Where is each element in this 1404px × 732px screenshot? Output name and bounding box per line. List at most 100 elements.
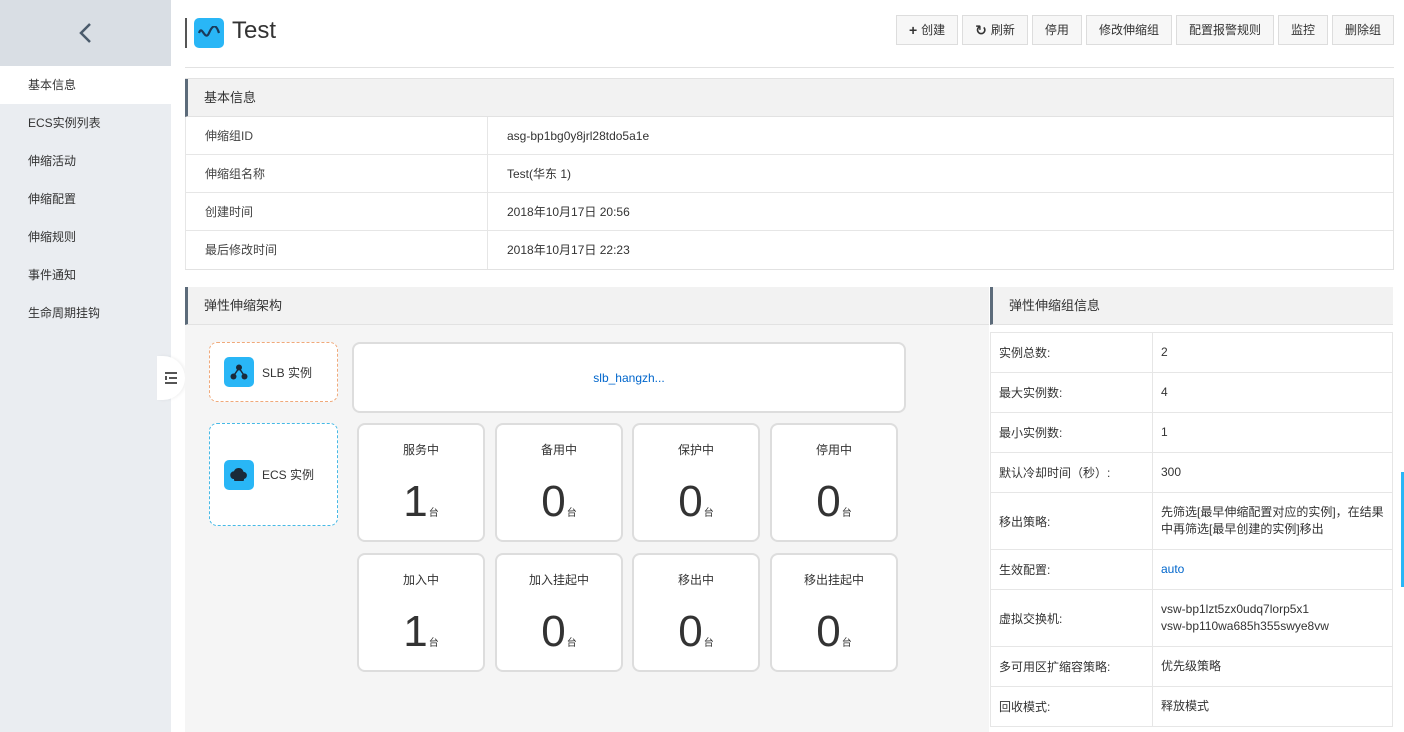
- slb-icon: [224, 357, 254, 387]
- stat-unit: 台: [703, 508, 714, 519]
- plus-icon: +: [908, 22, 918, 38]
- table-row: 默认冷却时间（秒）: 300: [990, 452, 1393, 493]
- sidebar-item-scaling-rules[interactable]: 伸缩规则: [0, 218, 171, 256]
- table-row: 回收模式: 释放模式: [990, 686, 1393, 727]
- row-value: 300: [1152, 452, 1393, 493]
- group-info-heading: 弹性伸缩组信息: [990, 287, 1393, 325]
- create-button[interactable]: + 创建: [895, 15, 959, 45]
- menu-collapse-icon: [165, 372, 177, 384]
- refresh-button[interactable]: ↻ 刷新: [962, 15, 1028, 45]
- sidebar-collapse-toggle[interactable]: [157, 356, 185, 400]
- row-label: 默认冷却时间（秒）:: [990, 452, 1153, 493]
- row-value: Test(华东 1): [507, 167, 572, 181]
- row-value: 4: [1152, 372, 1393, 413]
- sidebar-item-event-notify[interactable]: 事件通知: [0, 256, 171, 294]
- sidebar-item-scaling-config[interactable]: 伸缩配置: [0, 180, 171, 218]
- row-label: 创建时间: [186, 193, 488, 230]
- back-button[interactable]: [0, 0, 171, 66]
- row-value: 2018年10月17日 20:56: [507, 205, 630, 219]
- basic-info-row: 伸缩组ID asg-bp1bg0y8jrl28tdo5a1e: [185, 117, 1393, 155]
- ecs-icon: [224, 459, 254, 490]
- stat-card-standby: 备用中 0台: [495, 423, 623, 542]
- toolbar: + 创建 ↻ 刷新 停用 修改伸缩组 配置报警规则 监控 删除组: [892, 15, 1394, 45]
- row-value: 先筛选[最早伸缩配置对应的实例]，在结果中再筛选[最早创建的实例]移出: [1152, 492, 1393, 550]
- row-label: 虚拟交换机:: [990, 589, 1153, 647]
- row-label: 实例总数:: [990, 332, 1153, 373]
- stat-value: 1: [403, 477, 428, 526]
- row-label: 伸缩组ID: [186, 117, 488, 154]
- table-row: 虚拟交换机: vsw-bp1lzt5zx0udq7lorp5x1 vsw-bp1…: [990, 589, 1393, 647]
- sidebar-item-lifecycle-hooks[interactable]: 生命周期挂钩: [0, 294, 171, 332]
- stat-card-removing: 移出中 0台: [632, 553, 760, 672]
- group-info-table: 实例总数: 2 最大实例数: 4 最小实例数: 1 默认冷却时间（秒）: 300…: [990, 332, 1393, 727]
- group-info-panel: 弹性伸缩组信息 实例总数: 2 最大实例数: 4 最小实例数: 1 默认冷却时间…: [990, 287, 1393, 732]
- sidebar-item-scaling-activities[interactable]: 伸缩活动: [0, 142, 171, 180]
- stat-value: 0: [816, 607, 841, 656]
- auto-scaling-logo-icon: [194, 18, 224, 48]
- stat-label: 加入挂起中: [528, 573, 589, 587]
- basic-info-heading: 基本信息: [185, 79, 1393, 117]
- sidebar-item-basic-info[interactable]: 基本信息: [0, 66, 171, 104]
- row-label: 回收模式:: [990, 686, 1153, 727]
- slb-label: SLB 实例: [262, 365, 313, 380]
- modify-group-button[interactable]: 修改伸缩组: [1085, 15, 1172, 45]
- row-label: 最小实例数:: [990, 412, 1153, 453]
- stat-label: 停用中: [815, 443, 852, 457]
- stat-card-joining: 加入中 1台: [357, 553, 485, 672]
- row-value: 2018年10月17日 22:23: [507, 243, 630, 257]
- stat-card-stopped: 停用中 0台: [770, 423, 898, 542]
- basic-info-row: 创建时间 2018年10月17日 20:56: [185, 193, 1393, 231]
- stat-unit: 台: [566, 508, 577, 519]
- stat-unit: 台: [428, 508, 439, 519]
- row-label: 多可用区扩缩容策略:: [990, 646, 1153, 687]
- page-title: Test: [232, 17, 277, 44]
- stat-label: 加入中: [402, 573, 439, 587]
- stat-value: 0: [678, 477, 703, 526]
- chevron-left-icon: [78, 23, 91, 43]
- slb-link[interactable]: slb_hangzh...: [593, 371, 664, 385]
- architecture-heading: 弹性伸缩架构: [185, 287, 989, 325]
- row-value: 2: [1152, 332, 1393, 373]
- stat-unit: 台: [428, 638, 439, 649]
- slb-instance-box[interactable]: SLB 实例: [209, 342, 338, 402]
- stat-card-in-service: 服务中 1台: [357, 423, 485, 542]
- stat-label: 移出挂起中: [803, 573, 864, 587]
- stat-unit: 台: [841, 638, 852, 649]
- stat-value: 0: [678, 607, 703, 656]
- stat-card-protected: 保护中 0台: [632, 423, 760, 542]
- alarm-rules-button[interactable]: 配置报警规则: [1175, 15, 1274, 45]
- stat-label: 移出中: [677, 573, 714, 587]
- disable-button[interactable]: 停用: [1031, 15, 1082, 45]
- basic-info-row: 伸缩组名称 Test(华东 1): [185, 155, 1393, 193]
- active-config-link[interactable]: auto: [1161, 562, 1184, 576]
- stat-label: 保护中: [677, 443, 714, 457]
- architecture-panel: 弹性伸缩架构 SLB 实例 ECS 实例 slb_hangzh... 服务中 1…: [185, 287, 989, 732]
- table-row: 移出策略: 先筛选[最早伸缩配置对应的实例]，在结果中再筛选[最早创建的实例]移…: [990, 492, 1393, 550]
- row-value: 优先级策略: [1152, 646, 1393, 687]
- row-value: asg-bp1bg0y8jrl28tdo5a1e: [507, 129, 650, 143]
- stat-card-remove-pending: 移出挂起中 0台: [770, 553, 898, 672]
- sidebar-item-ecs-list[interactable]: ECS实例列表: [0, 104, 171, 142]
- table-row: 多可用区扩缩容策略: 优先级策略: [990, 646, 1393, 687]
- vswitch-value: vsw-bp1lzt5zx0udq7lorp5x1: [1161, 602, 1310, 616]
- basic-info-panel: 基本信息 伸缩组ID asg-bp1bg0y8jrl28tdo5a1e 伸缩组名…: [185, 78, 1394, 270]
- delete-group-button[interactable]: 删除组: [1331, 15, 1394, 45]
- row-value: 释放模式: [1152, 686, 1393, 727]
- row-label: 伸缩组名称: [186, 155, 488, 192]
- slb-link-box: slb_hangzh...: [352, 342, 906, 413]
- row-label: 生效配置:: [990, 549, 1153, 590]
- vswitch-value: vsw-bp110wa685h355swye8vw: [1161, 619, 1329, 633]
- stat-unit: 台: [841, 508, 852, 519]
- stat-value: 1: [403, 607, 428, 656]
- table-row: 最大实例数: 4: [990, 372, 1393, 413]
- title-accent-bar: [185, 18, 187, 48]
- monitor-button[interactable]: 监控: [1277, 15, 1328, 45]
- refresh-icon: ↻: [975, 22, 987, 38]
- ecs-instance-box[interactable]: ECS 实例: [209, 423, 338, 526]
- stat-value: 0: [541, 477, 566, 526]
- stat-value: 0: [816, 477, 841, 526]
- stat-unit: 台: [566, 638, 577, 649]
- row-label: 移出策略:: [990, 492, 1153, 550]
- row-label: 最大实例数:: [990, 372, 1153, 413]
- ecs-label: ECS 实例: [262, 468, 315, 482]
